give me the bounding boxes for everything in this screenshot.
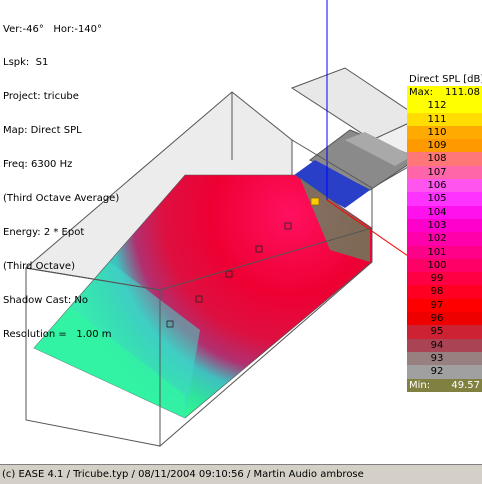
legend-level-row: 92 <box>407 365 482 379</box>
legend-min-value: 49.57 <box>451 379 480 391</box>
legend-level-label: 111 <box>427 113 447 125</box>
legend-level-label: 95 <box>430 326 444 338</box>
legend-level-label: 98 <box>430 286 444 298</box>
spl-color-legend: Direct SPL [dB] Max: 111.08 112 111 110 109… <box>407 73 482 392</box>
info-line: Freq: 6300 Hz <box>3 159 73 171</box>
legend-level-row: 94 <box>407 338 482 352</box>
info-line: (Third Octave Average) <box>3 193 120 205</box>
legend-level-row: 102 <box>407 232 482 246</box>
legend-level-label: 102 <box>427 233 447 245</box>
legend-level-label: 109 <box>427 140 447 152</box>
info-line: Shadow Cast: No <box>3 294 89 306</box>
legend-level-label: 107 <box>427 166 447 178</box>
legend-max-row: Max: 111.08 <box>407 86 482 100</box>
info-line: Lspk: S1 <box>3 57 49 69</box>
legend-level-row: 97 <box>407 298 482 313</box>
legend-level-row: 98 <box>407 285 482 299</box>
legend-level-row: 96 <box>407 312 482 326</box>
legend-level-row: 101 <box>407 245 482 259</box>
legend-level-row: 105 <box>407 192 482 206</box>
legend-max-label: Max: <box>409 87 434 98</box>
info-line: Project: tricube <box>3 91 79 103</box>
status-bar: (c) EASE 4.1 / Tricube.typ / 08/11/2004 … <box>0 464 482 484</box>
info-line: (Third Octave) <box>3 260 75 272</box>
legend-level-label: 101 <box>427 246 447 258</box>
legend-level-row: 107 <box>407 165 482 180</box>
legend-level-label: 94 <box>430 339 444 351</box>
legend-level-label: 103 <box>427 219 447 231</box>
legend-level-label: 100 <box>427 259 447 271</box>
legend-level-row: 99 <box>407 272 482 286</box>
legend-level-row: 106 <box>407 179 482 193</box>
legend-level-row: 112 <box>407 99 482 113</box>
legend-level-label: 99 <box>430 273 444 285</box>
legend-level-row: 103 <box>407 218 482 233</box>
legend-level-row: 108 <box>407 152 482 166</box>
legend-level-label: 108 <box>427 153 447 165</box>
legend-level-label: 92 <box>430 366 444 378</box>
legend-level-label: 112 <box>427 100 447 112</box>
info-line: Energy: 2 * Epot <box>3 226 85 238</box>
info-line: Map: Direct SPL <box>3 125 82 137</box>
legend-level-label: 106 <box>427 180 447 192</box>
legend-level-row: 109 <box>407 139 482 153</box>
legend-level-label: 97 <box>430 299 444 311</box>
info-line: Resolution = 1.00 m <box>3 328 112 340</box>
legend-min-row: Min: 49.57 <box>407 378 482 392</box>
legend-max-value: 111.08 <box>445 87 480 98</box>
legend-level-row: 100 <box>407 258 482 273</box>
legend-level-row: 110 <box>407 125 482 140</box>
legend-level-label: 104 <box>427 206 447 218</box>
legend-level-label: 96 <box>430 313 444 325</box>
legend-level-label: 110 <box>427 126 447 138</box>
view-info-panel: Ver:-46° Hor:-140° Lspk: S1 Project: tri… <box>3 1 119 363</box>
loudspeaker-marker <box>310 197 320 206</box>
legend-levels: 112 111 110 109 108 107 106 105 104 103 102 101 100 9… <box>407 99 482 379</box>
3d-viewport[interactable]: Ver:-46° Hor:-140° Lspk: S1 Project: tri… <box>0 0 482 464</box>
legend-level-label: 105 <box>427 193 447 205</box>
legend-level-row: 104 <box>407 205 482 219</box>
legend-level-row: 111 <box>407 112 482 126</box>
legend-level-label: 93 <box>430 352 444 364</box>
legend-title: Direct SPL [dB] <box>409 74 482 85</box>
legend-level-row: 95 <box>407 325 482 339</box>
legend-level-row: 93 <box>407 351 482 366</box>
legend-min-label: Min: <box>409 379 431 391</box>
info-line: Ver:-46° Hor:-140° <box>3 23 103 35</box>
